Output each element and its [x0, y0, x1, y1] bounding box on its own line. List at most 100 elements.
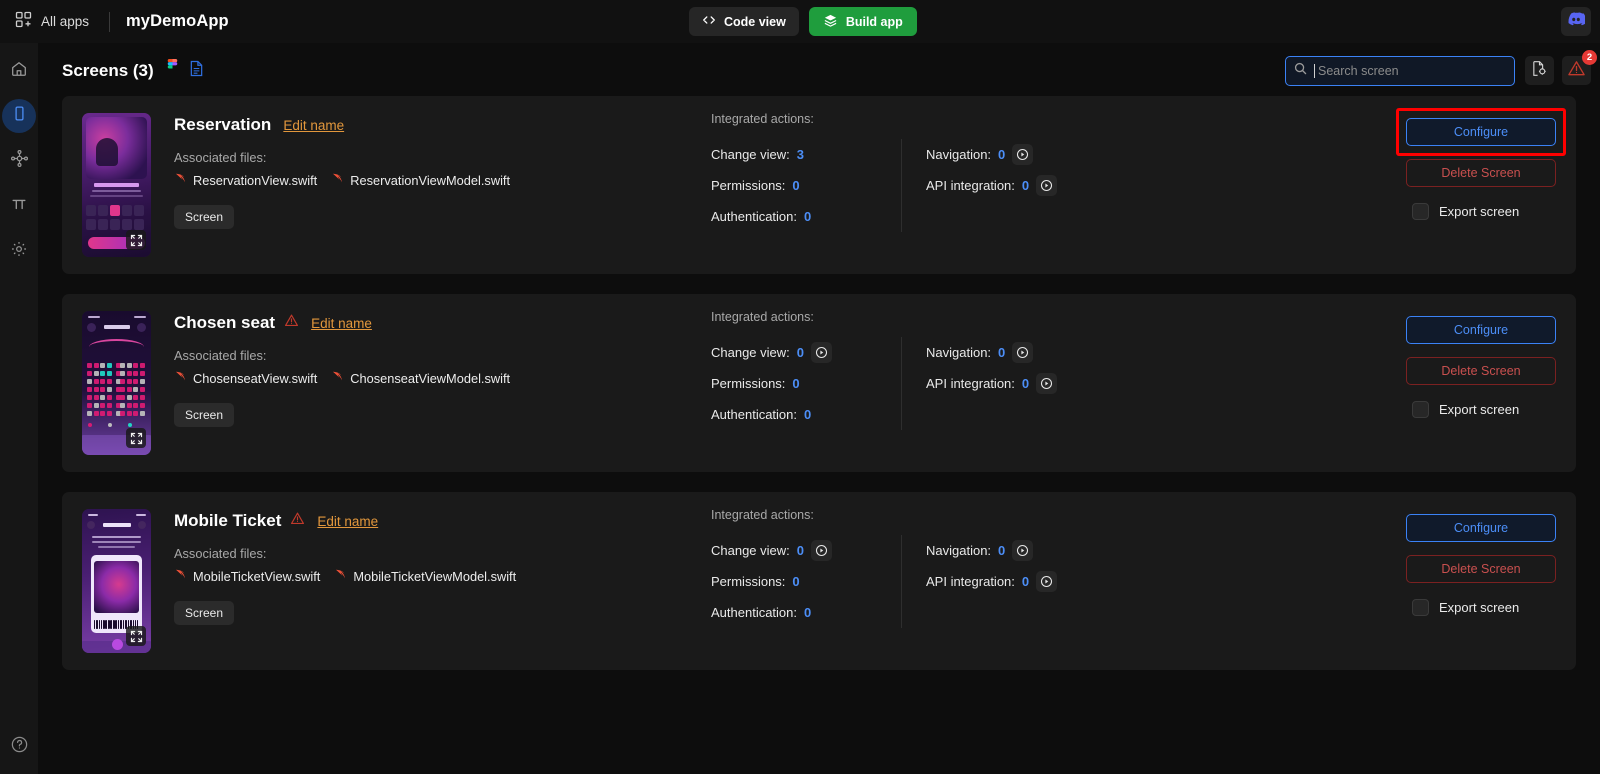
action-navigation: Navigation: 0 — [926, 139, 1091, 170]
code-view-label: Code view — [724, 14, 786, 29]
associated-file[interactable]: ChosenseatViewModel.swift — [331, 370, 510, 386]
all-apps-button[interactable]: All apps — [9, 7, 95, 37]
configure-button[interactable]: Configure — [1406, 316, 1556, 344]
file-settings-button[interactable] — [1525, 56, 1554, 85]
expand-arrows-icon[interactable] — [126, 230, 146, 250]
help-button[interactable] — [10, 735, 29, 754]
change-view-label: Change view: — [711, 147, 790, 162]
action-change-view: Change view: 0 — [711, 535, 901, 566]
code-brackets-icon — [702, 13, 716, 30]
action-api-integration: API integration: 0 — [926, 368, 1091, 399]
associated-files-list: ChosenseatView.swift ChosenseatViewModel.… — [174, 370, 711, 386]
configure-button[interactable]: Configure — [1406, 514, 1556, 542]
api-integration-count: 0 — [1021, 178, 1030, 193]
delete-screen-button[interactable]: Delete Screen — [1406, 555, 1556, 583]
screen-name: Mobile Ticket — [174, 511, 282, 530]
all-apps-label: All apps — [41, 14, 90, 29]
actions-grid: Change view: 3 Permissions: 0 Authentica… — [711, 139, 1091, 232]
action-permissions: Permissions: 0 — [711, 566, 901, 597]
permissions-count: 0 — [792, 376, 800, 391]
delete-screen-button[interactable]: Delete Screen — [1406, 159, 1556, 187]
api-integration-play-button[interactable] — [1036, 175, 1058, 196]
export-screen-checkbox[interactable] — [1412, 599, 1429, 616]
associated-file[interactable]: ReservationViewModel.swift — [331, 172, 510, 188]
screen-thumbnail[interactable] — [82, 509, 151, 653]
integrated-actions: Integrated actions: Change view: 0 Permi… — [711, 294, 1091, 472]
change-view-play-button[interactable] — [811, 540, 833, 561]
permissions-count: 0 — [792, 178, 800, 193]
screens-page: Screens (3) Search screen 2 Reservation … — [38, 43, 1600, 774]
actions-grid: Change view: 0 Permissions: 0 Authentica… — [711, 535, 1091, 628]
warnings-button[interactable]: 2 — [1562, 50, 1597, 85]
edit-name-link[interactable]: Edit name — [317, 514, 378, 529]
actions-column-left: Change view: 3 Permissions: 0 Authentica… — [711, 139, 901, 232]
change-view-label: Change view: — [711, 345, 790, 360]
api-integration-count: 0 — [1021, 574, 1030, 589]
navigation-play-button[interactable] — [1012, 342, 1034, 363]
search-input[interactable] — [1318, 64, 1498, 78]
screen-card-chosen-seat: Chosen seat Edit name Associated files: … — [62, 294, 1576, 472]
navigation-count: 0 — [998, 147, 1006, 162]
navigation-play-button[interactable] — [1012, 540, 1034, 561]
grid-plus-icon — [15, 11, 32, 33]
actions-grid: Change view: 0 Permissions: 0 Authentica… — [711, 337, 1091, 430]
associated-file[interactable]: ChosenseatView.swift — [174, 370, 317, 386]
action-change-view: Change view: 3 — [711, 139, 901, 170]
screen-warning-icon — [284, 313, 299, 333]
page-title-row: Screens (3) — [62, 59, 204, 83]
sidebar-item-typography[interactable] — [2, 189, 36, 223]
build-app-button[interactable]: Build app — [808, 7, 917, 36]
sidebar-item-home[interactable] — [2, 54, 36, 88]
change-view-play-button[interactable] — [811, 342, 833, 363]
stack-layers-icon — [823, 13, 838, 31]
actions-column-left: Change view: 0 Permissions: 0 Authentica… — [711, 535, 901, 628]
associated-file[interactable]: ReservationView.swift — [174, 172, 317, 188]
question-circle-icon — [10, 736, 29, 758]
actions-column-left: Change view: 0 Permissions: 0 Authentica… — [711, 337, 901, 430]
screen-title-row: Mobile Ticket Edit name — [174, 511, 711, 531]
permissions-label: Permissions: — [711, 178, 786, 193]
associated-file[interactable]: MobileTicketViewModel.swift — [334, 568, 516, 584]
api-integration-label: API integration: — [926, 178, 1015, 193]
action-permissions: Permissions: 0 — [711, 170, 901, 201]
screen-thumbnail[interactable] — [82, 311, 151, 455]
document-blue-icon[interactable] — [189, 60, 204, 82]
api-integration-label: API integration: — [926, 574, 1015, 589]
api-integration-play-button[interactable] — [1036, 571, 1058, 592]
warning-badge: 2 — [1582, 50, 1597, 65]
expand-arrows-icon[interactable] — [126, 626, 146, 646]
sidebar-item-flows[interactable] — [2, 144, 36, 178]
export-screen-checkbox[interactable] — [1412, 203, 1429, 220]
export-screen-row[interactable]: Export screen — [1406, 401, 1556, 418]
export-screen-checkbox[interactable] — [1412, 401, 1429, 418]
action-navigation: Navigation: 0 — [926, 337, 1091, 368]
code-view-button[interactable]: Code view — [689, 7, 799, 36]
screen-thumbnail-wrap — [82, 113, 151, 274]
action-navigation: Navigation: 0 — [926, 535, 1091, 566]
export-screen-label: Export screen — [1439, 600, 1520, 615]
edit-name-link[interactable]: Edit name — [283, 118, 344, 133]
navigation-play-button[interactable] — [1012, 144, 1034, 165]
associated-file[interactable]: MobileTicketView.swift — [174, 568, 320, 584]
api-integration-play-button[interactable] — [1036, 373, 1058, 394]
figma-icon[interactable] — [166, 59, 179, 83]
associated-file-name: MobileTicketViewModel.swift — [353, 568, 517, 584]
screen-info: Mobile Ticket Edit name Associated files… — [151, 492, 711, 670]
change-view-label: Change view: — [711, 543, 790, 558]
export-screen-row[interactable]: Export screen — [1406, 599, 1556, 616]
expand-arrows-icon[interactable] — [126, 428, 146, 448]
mobile-screen-icon — [11, 105, 28, 127]
export-screen-row[interactable]: Export screen — [1406, 203, 1556, 220]
edit-name-link[interactable]: Edit name — [311, 316, 372, 331]
sidebar-item-settings[interactable] — [2, 234, 36, 268]
screens-list: Reservation Edit name Associated files: … — [38, 96, 1600, 670]
export-screen-label: Export screen — [1439, 402, 1520, 417]
delete-screen-button[interactable]: Delete Screen — [1406, 357, 1556, 385]
search-box[interactable] — [1285, 56, 1515, 86]
screen-warning-icon — [290, 511, 305, 531]
discord-button[interactable] — [1561, 7, 1591, 36]
action-api-integration: API integration: 0 — [926, 566, 1091, 597]
sidebar-item-screens[interactable] — [2, 99, 36, 133]
screen-thumbnail[interactable] — [82, 113, 151, 257]
configure-button[interactable]: Configure — [1406, 118, 1556, 146]
